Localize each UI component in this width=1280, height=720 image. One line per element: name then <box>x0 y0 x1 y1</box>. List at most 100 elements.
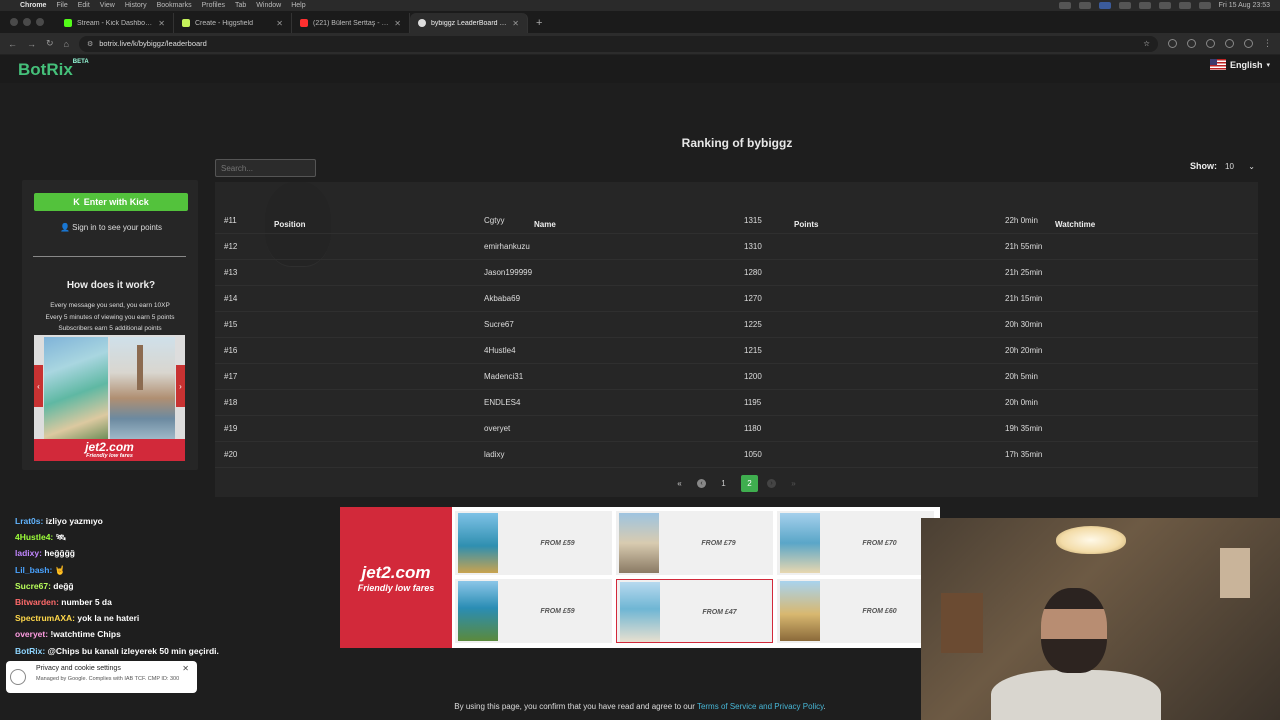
mac-menu-bar: Chrome File Edit View History Bookmarks … <box>0 0 1280 11</box>
extension-icon[interactable] <box>1187 39 1196 48</box>
chat-text: number 5 da <box>61 597 112 607</box>
page-title: Ranking of bybiggz <box>681 136 793 150</box>
status-icon[interactable] <box>1098 2 1111 9</box>
address-bar[interactable]: ⚙ botrix.live/k/bybiggz/leaderboard ☆ <box>78 35 1158 52</box>
menu-tab[interactable]: Tab <box>235 2 246 9</box>
site-info-icon[interactable]: ⚙ <box>87 40 93 48</box>
browser-tab[interactable]: (221) Bülent Serttaş - Bodrum ✕ <box>292 13 410 33</box>
status-icons: Fri 15 Aug 23:53 <box>1058 2 1280 9</box>
sidebar-divider <box>33 256 186 257</box>
minimize-window-icon[interactable] <box>23 18 31 26</box>
cookie-settings-popup[interactable]: Privacy and cookie settings Managed by G… <box>6 661 197 693</box>
tab-close-icon[interactable]: ✕ <box>276 19 283 28</box>
enter-with-kick-button[interactable]: K Enter with Kick <box>34 193 188 211</box>
ad-brand-panel: jet2.com Friendly low fares <box>340 507 452 648</box>
menu-edit[interactable]: Edit <box>78 2 90 9</box>
status-icon[interactable] <box>1118 2 1131 9</box>
cell-watchtime: 17h 35min <box>1005 450 1043 459</box>
deal-photo <box>458 581 498 641</box>
deal-price: FROM £60 <box>862 607 897 615</box>
tab-close-icon[interactable]: ✕ <box>158 19 165 28</box>
tab-close-icon[interactable]: ✕ <box>512 19 519 28</box>
toolbar-extensions: ⋮ <box>1168 38 1272 49</box>
back-icon[interactable]: ← <box>8 39 17 49</box>
menu-bookmarks[interactable]: Bookmarks <box>157 2 192 9</box>
last-page-button[interactable]: » <box>785 475 802 492</box>
menu-clock[interactable]: Fri 15 Aug 23:53 <box>1219 2 1270 9</box>
table-row: #20 ladixy 1050 17h 35min <box>215 442 1258 468</box>
cell-position: #19 <box>224 424 238 433</box>
tab-title: (221) Bülent Serttaş - Bodrum <box>313 19 389 27</box>
browser-tab-active[interactable]: bybiggz LeaderBoard | The bo ✕ <box>410 13 528 33</box>
ad-prev-icon[interactable]: ‹ <box>34 365 43 407</box>
forward-icon[interactable]: → <box>27 39 36 49</box>
cell-watchtime: 20h 5min <box>1005 372 1038 381</box>
ad-deal[interactable]: FROM £60 <box>777 579 934 643</box>
menu-window[interactable]: Window <box>256 2 281 9</box>
menu-history[interactable]: History <box>125 2 147 9</box>
show-label: Show: <box>1190 161 1217 171</box>
sidebar-ad[interactable]: ‹ › jet2.com Friendly low fares <box>34 335 185 461</box>
menu-profiles[interactable]: Profiles <box>202 2 225 9</box>
browser-tab[interactable]: Create - Higgsfield ✕ <box>174 13 292 33</box>
extension-icon[interactable] <box>1225 39 1234 48</box>
bottom-banner-ad[interactable]: jet2.com Friendly low fares FROM £59 FRO… <box>340 507 940 648</box>
table-row: #19 overyet 1180 19h 35min <box>215 416 1258 442</box>
close-window-icon[interactable] <box>10 18 18 26</box>
cell-position: #14 <box>224 294 238 303</box>
deal-photo <box>620 582 660 642</box>
menu-file[interactable]: File <box>56 2 67 9</box>
ad-deal[interactable]: FROM £79 <box>616 511 773 575</box>
ad-deal[interactable]: FROM £70 <box>777 511 934 575</box>
status-icon[interactable] <box>1078 2 1091 9</box>
signin-link[interactable]: 👤 Sign in to see your points <box>34 223 188 232</box>
new-tab-icon[interactable]: + <box>528 17 550 33</box>
ad-deal[interactable]: FROM £59 <box>455 511 612 575</box>
kebab-menu-icon[interactable]: ⋮ <box>1263 38 1272 49</box>
botrix-logo[interactable]: BotRixBETA <box>18 59 89 80</box>
extension-icon[interactable] <box>1168 39 1177 48</box>
profile-avatar-icon[interactable] <box>1244 39 1253 48</box>
cell-name: ENDLES4 <box>484 398 521 407</box>
menu-help[interactable]: Help <box>291 2 305 9</box>
first-page-button[interactable]: « <box>671 475 688 492</box>
terms-link[interactable]: Terms of Service and Privacy Policy <box>697 702 824 711</box>
bookmark-star-icon[interactable]: ☆ <box>1143 39 1150 48</box>
cell-position: #20 <box>224 450 238 459</box>
page-size-select[interactable]: 10 ⌄ <box>1225 162 1255 171</box>
higgsfield-favicon-icon <box>182 19 190 27</box>
search-icon[interactable] <box>1198 2 1211 9</box>
close-icon[interactable]: ✕ <box>182 664 189 673</box>
ad-deal[interactable]: FROM £47 <box>616 579 773 643</box>
status-icon[interactable] <box>1138 2 1151 9</box>
home-icon[interactable]: ⌂ <box>64 39 69 49</box>
ceiling-lamp <box>1056 526 1126 554</box>
browser-tab[interactable]: Stream - Kick Dashboard ✕ <box>56 13 174 33</box>
extension-icon[interactable] <box>1206 39 1215 48</box>
deal-price: FROM £59 <box>540 607 575 615</box>
menu-app-name[interactable]: Chrome <box>20 2 46 9</box>
maximize-window-icon[interactable] <box>36 18 44 26</box>
page-1-button[interactable]: 1 <box>715 475 732 492</box>
language-selector[interactable]: English ▾ <box>1210 59 1270 70</box>
page-2-button[interactable]: 2 <box>741 474 758 492</box>
menu-view[interactable]: View <box>100 2 115 9</box>
footer-text: By using this page, you confirm that you… <box>454 702 697 711</box>
ad-deal[interactable]: FROM £59 <box>455 579 612 643</box>
next-page-button[interactable]: › <box>767 478 776 488</box>
cell-points: 1270 <box>744 294 762 303</box>
status-icon[interactable] <box>1058 2 1071 9</box>
battery-icon[interactable] <box>1178 2 1191 9</box>
tab-close-icon[interactable]: ✕ <box>394 19 401 28</box>
cell-points: 1180 <box>744 424 762 433</box>
chat-text: 🛰 <box>55 532 67 543</box>
wifi-icon[interactable] <box>1158 2 1171 9</box>
search-input[interactable] <box>215 159 316 177</box>
cell-name: Sucre67 <box>484 320 514 329</box>
botrix-favicon-icon <box>418 19 426 27</box>
chat-message: overyet: !watchtime Chips <box>15 629 121 639</box>
prev-page-button[interactable]: ‹ <box>697 478 706 488</box>
reload-icon[interactable]: ↻ <box>46 38 54 49</box>
ad-next-icon[interactable]: › <box>176 365 185 407</box>
cell-name: overyet <box>484 424 511 433</box>
